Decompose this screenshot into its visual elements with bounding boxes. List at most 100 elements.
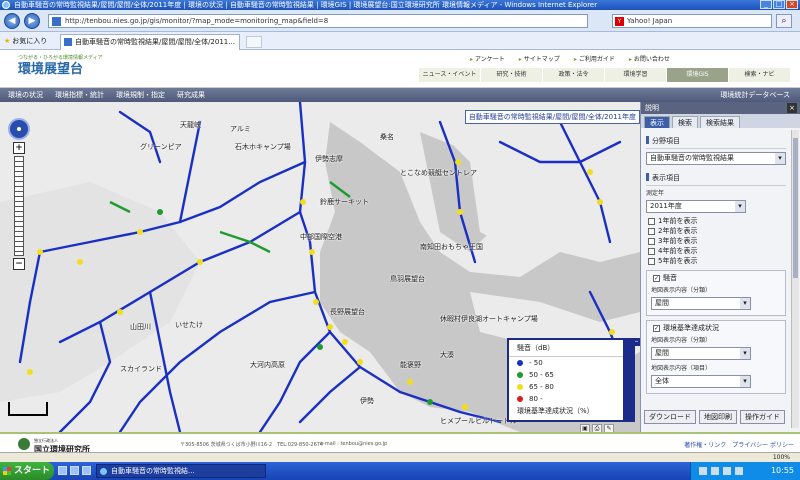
site-logo-text: 環境展望台 <box>18 62 84 77</box>
subnav-item[interactable]: 環境指標・統計 <box>55 88 104 102</box>
panel-tab[interactable]: 表示 <box>644 116 670 128</box>
standard-select-2[interactable]: 全体 <box>651 375 751 388</box>
panel-action-button[interactable]: 地図印刷 <box>699 410 737 424</box>
top-link[interactable]: ご利用ガイド <box>574 54 615 63</box>
field-select[interactable]: 自動車騒音の常時監視結果 <box>646 152 786 165</box>
map-view[interactable]: 天龍峡 アルミ グリーンピア 石木ホキャンプ場 伊勢志摩 鈴鹿サーキット 中部国際空港 南知田… <box>0 102 640 432</box>
window-titlebar: 自動車騒音の常時監視結果/屋間/屋間/全体/2011年度 | 環境の状況 | 自… <box>0 0 800 10</box>
prev-year-checkbox[interactable]: 1年前を表示 <box>648 216 786 226</box>
panel-scrollbar-thumb[interactable] <box>793 138 798 278</box>
main-nav-item[interactable]: 政策・法令 <box>542 68 604 82</box>
yahoo-icon: Y <box>615 17 624 26</box>
panel-buttons: ダウンロード 地図印刷 操作ガイド <box>641 410 800 424</box>
place-label: とこなめ競艇セントレア <box>400 169 477 177</box>
top-link[interactable]: サイトマップ <box>519 54 560 63</box>
favorites-bar: お気に入り 自動車騒音の常時監視結果/屋間/屋間/全体/2011... <box>0 32 800 50</box>
panel-close-icon[interactable]: × <box>787 103 797 113</box>
browser-tab[interactable]: 自動車騒音の常時監視結果/屋間/屋間/全体/2011... <box>60 34 240 50</box>
checkbox-icon <box>648 217 655 225</box>
site-logo[interactable]: つながる・ひろがる環境情報メディア 環境展望台 <box>18 55 118 83</box>
legend-item-label: 50 - 65 <box>529 371 554 379</box>
legend-swatch <box>517 384 523 390</box>
quick-launch-media-icon[interactable] <box>82 466 91 475</box>
main-nav-item[interactable]: 環境GIS <box>666 68 728 82</box>
noise-checkbox[interactable]: ✓ 騒音 <box>653 273 781 283</box>
zoom-in-button[interactable]: + <box>13 142 25 154</box>
control-panel: 説明 × 表示検索検索結果 分野項目 自動車騒音の常時監視結果 表示項目 測定年… <box>640 102 800 432</box>
noise-select[interactable]: 屋間 <box>651 297 751 310</box>
year-select[interactable]: 2011年度 <box>646 200 746 213</box>
site-header: つながる・ひろがる環境情報メディア 環境展望台 アンケート サイトマップ ご利用ガイ… <box>0 50 800 88</box>
legend-item-label: - 50 <box>529 359 543 367</box>
panel-action-button[interactable]: 操作ガイド <box>740 410 785 424</box>
forward-button[interactable]: ▶ <box>24 13 40 29</box>
prev-year-checkbox[interactable]: 4年前を表示 <box>648 246 786 256</box>
legend-item: 80 - <box>509 393 633 405</box>
subnav-statistics-db-link[interactable]: 環境統計データベース <box>720 88 790 102</box>
place-label: 石木ホキャンプ場 <box>235 143 291 151</box>
search-input[interactable]: Y Yahoo! Japan <box>612 14 772 28</box>
place-label: 桑名 <box>380 133 394 141</box>
checkbox-icon <box>648 237 655 245</box>
pan-control-icon[interactable] <box>8 118 30 140</box>
main-nav-item[interactable]: 検索・ナビ <box>728 68 790 82</box>
prev-year-checkbox[interactable]: 5年前を表示 <box>648 256 786 266</box>
place-label: 長野展望台 <box>330 308 365 316</box>
legend-panel: 騒音（dB） - 50 50 - 65 65 - 80 80 - 環境基準達成状況（%… <box>507 338 635 422</box>
quick-launch-desktop-icon[interactable] <box>70 466 79 475</box>
prev-year-label: 5年前を表示 <box>658 257 698 265</box>
legend-swatch <box>517 372 523 378</box>
legend-item-label: 80 - <box>529 395 543 403</box>
tray-network-icon[interactable] <box>699 467 707 475</box>
footer-org-small: 独立行政法人 <box>34 438 58 443</box>
standard-checkbox[interactable]: ✓ 環境基準達成状況 <box>653 323 781 333</box>
panel-action-button[interactable]: ダウンロード <box>644 410 696 424</box>
legend-scrollbar[interactable] <box>623 340 633 420</box>
zoom-out-button[interactable]: − <box>13 258 25 270</box>
standard-sub-label-2: 地図表示内容（項目） <box>651 365 712 372</box>
footer-link[interactable]: 著作権・リンク <box>684 440 726 449</box>
favorites-button[interactable]: お気に入り <box>4 35 47 47</box>
main-nav-item[interactable]: 環境学習 <box>604 68 666 82</box>
panel-scrollbar[interactable] <box>791 130 799 428</box>
tray-security-icon[interactable] <box>735 467 743 475</box>
back-button[interactable]: ◀ <box>4 13 20 29</box>
panel-tab[interactable]: 検索 <box>672 116 698 128</box>
main-nav-item[interactable]: ニュース・イベント <box>418 68 480 82</box>
subnav-item[interactable]: 研究成果 <box>177 88 205 102</box>
top-link[interactable]: アンケート <box>470 54 505 63</box>
main-nav-item[interactable]: 研究・技術 <box>480 68 542 82</box>
maximize-button[interactable]: □ <box>773 0 785 9</box>
subnav-item[interactable]: 環境規制・指定 <box>116 88 165 102</box>
place-label: 大湊 <box>440 351 454 359</box>
footer-link[interactable]: プライバシー ポリシー <box>732 440 794 449</box>
place-label: 鈴鹿サーキット <box>320 198 369 206</box>
place-label: 能褒野 <box>400 361 421 369</box>
close-button[interactable]: × <box>786 0 798 9</box>
panel-tab[interactable]: 検索結果 <box>700 116 740 128</box>
prev-year-checkbox[interactable]: 3年前を表示 <box>648 236 786 246</box>
place-label: 伊勢志摩 <box>315 155 343 163</box>
place-label: 大河内高原 <box>250 361 285 369</box>
place-label: ヒメプールヒルトートル <box>440 417 517 425</box>
standard-box: ✓環境基準達成状況 地図表示内容（分類） 屋間 地図表示内容（項目） 全体 <box>646 320 786 394</box>
prev-year-checkbox[interactable]: 2年前を表示 <box>648 226 786 236</box>
new-tab-button[interactable] <box>246 36 262 48</box>
standard-select-1[interactable]: 屋間 <box>651 347 751 360</box>
taskbar-window-button[interactable]: 自動車騒音の常時監視結... <box>96 464 266 478</box>
panel-body: 分野項目 自動車騒音の常時監視結果 表示項目 測定年 2011年度 1年前を表示… <box>641 130 791 428</box>
zoom-slider[interactable] <box>14 156 24 256</box>
place-label: 鳥羽展望台 <box>390 275 425 283</box>
sub-nav: 環境の状況 環境指標・統計 環境規制・指定 研究成果 環境統計データベース <box>0 88 800 102</box>
start-button[interactable]: スタート <box>0 462 54 480</box>
tray-ime-icon[interactable] <box>723 467 731 475</box>
subnav-item[interactable]: 環境の状況 <box>8 88 43 102</box>
top-link[interactable]: お問い合わせ <box>629 54 670 63</box>
main-nav: ニュース・イベント 研究・技術 政策・法令 環境学習 環境GIS 検索・ナビ <box>418 68 790 82</box>
tray-volume-icon[interactable] <box>711 467 719 475</box>
address-input[interactable]: http://tenbou.nies.go.jp/gis/monitor/?ma… <box>48 14 588 28</box>
footer-address: 〒305-8506 茨城県つくば市小野川16-2 TEL:029-850-267… <box>180 442 324 448</box>
quick-launch-ie-icon[interactable] <box>58 466 67 475</box>
search-button[interactable]: ⌕ <box>776 14 792 28</box>
minimize-button[interactable]: _ <box>760 0 772 9</box>
